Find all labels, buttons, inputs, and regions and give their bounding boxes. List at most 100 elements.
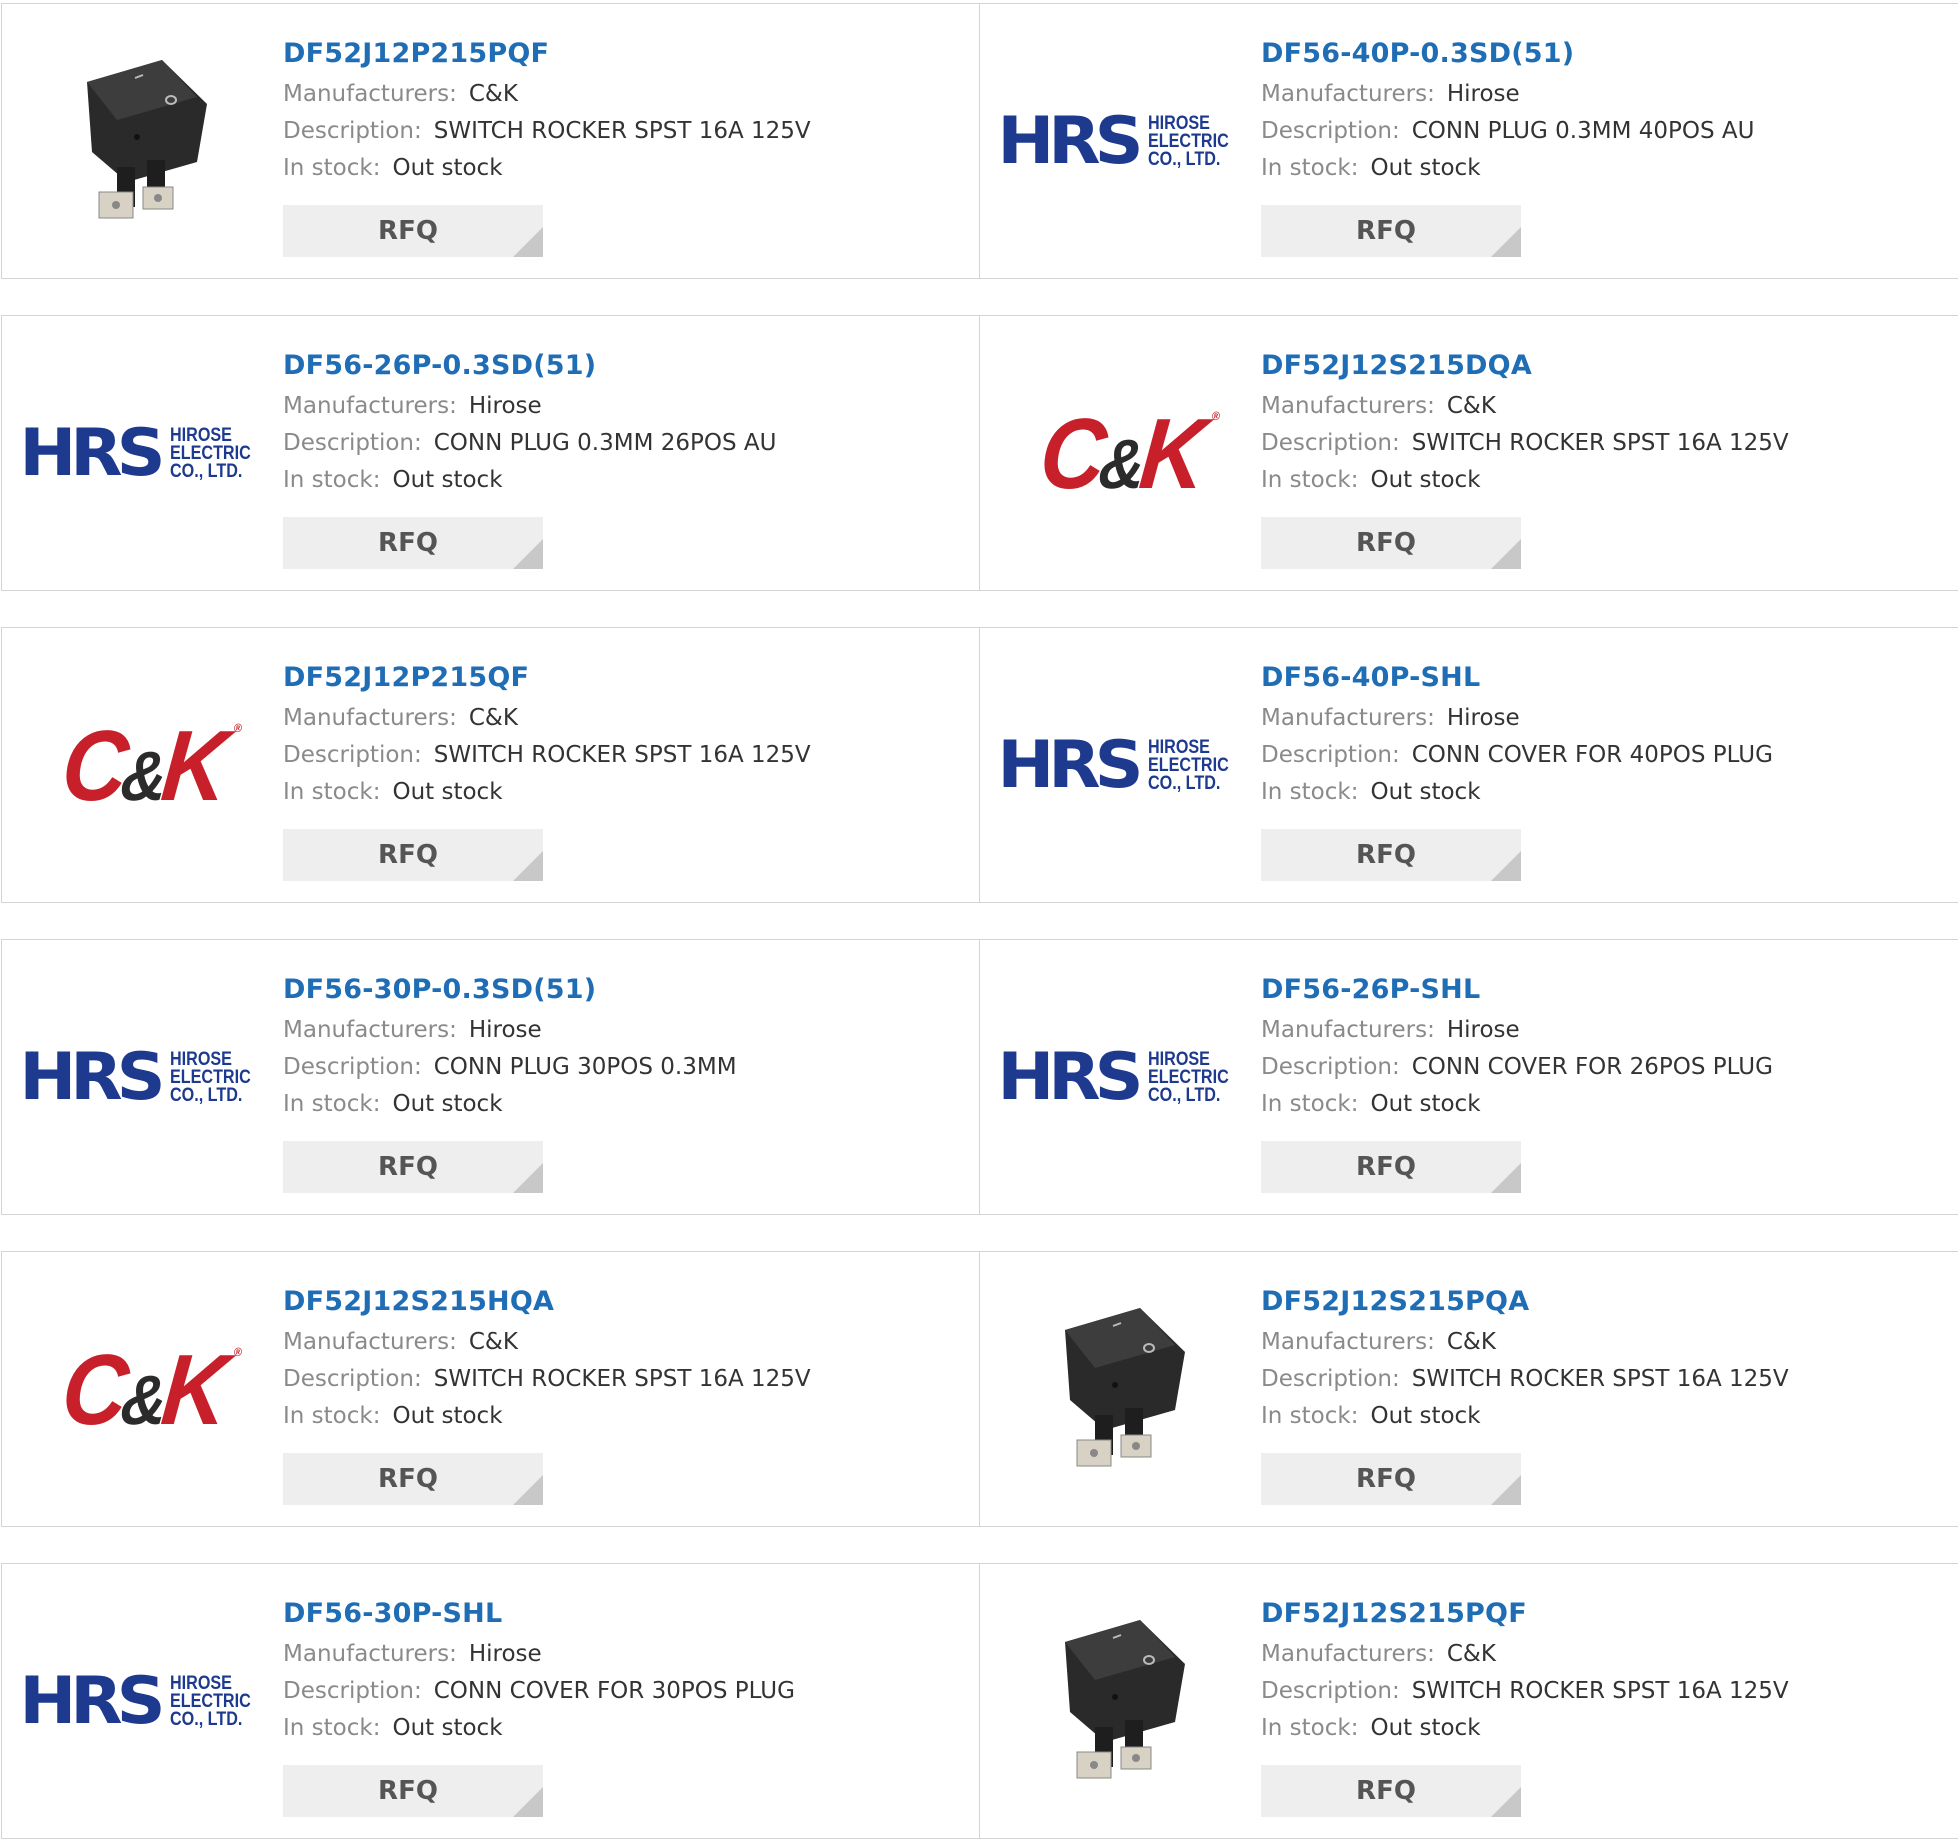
stock-row: In stock: Out stock bbox=[283, 774, 960, 811]
stock-label: In stock: bbox=[283, 1091, 381, 1117]
product-card: DF52J12S215PQF Manufacturers: C&K Descrip… bbox=[979, 1563, 1958, 1839]
product-image[interactable]: HRS HIROSE ELECTRIC CO., LTD. bbox=[19, 1602, 250, 1802]
rfq-label: RFQ bbox=[378, 216, 438, 246]
stock-label: In stock: bbox=[1261, 1715, 1359, 1741]
rocker-switch-photo bbox=[47, 42, 237, 242]
rfq-button[interactable]: RFQ bbox=[1261, 1453, 1521, 1505]
stock-label: In stock: bbox=[1261, 779, 1359, 805]
part-number-link[interactable]: DF52J12S215PQF bbox=[1261, 1596, 1938, 1636]
description-value: SWITCH ROCKER SPST 16A 125V bbox=[433, 742, 811, 768]
product-image[interactable]: C&K ® bbox=[42, 1290, 242, 1490]
ck-logo-amp: & bbox=[117, 737, 165, 815]
hrs-logo-text: HIROSE ELECTRIC CO., LTD. bbox=[170, 1674, 251, 1729]
product-card: C&K ® DF52J12S215HQA Manufacturers: C&K De… bbox=[1, 1251, 981, 1527]
rfq-label: RFQ bbox=[378, 1776, 438, 1806]
product-info: DF52J12S215HQA Manufacturers: C&K Descrip… bbox=[283, 1284, 960, 1435]
product-card: DF52J12S215PQA Manufacturers: C&K Descrip… bbox=[979, 1251, 1958, 1527]
description-label: Description: bbox=[1261, 742, 1400, 768]
description-value: SWITCH ROCKER SPST 16A 125V bbox=[1411, 1678, 1789, 1704]
product-image[interactable] bbox=[42, 42, 242, 242]
rfq-label: RFQ bbox=[378, 840, 438, 870]
ck-logo-reg: ® bbox=[232, 721, 237, 735]
product-card: C&K ® DF52J12P215QF Manufacturers: C&K Des… bbox=[1, 627, 981, 903]
rfq-label: RFQ bbox=[1356, 1464, 1416, 1494]
product-image[interactable]: C&K ® bbox=[42, 666, 242, 866]
product-image[interactable] bbox=[1020, 1602, 1220, 1802]
part-number-link[interactable]: DF56-26P-SHL bbox=[1261, 972, 1938, 1012]
part-number-link[interactable]: DF56-40P-SHL bbox=[1261, 660, 1938, 700]
stock-value: Out stock bbox=[392, 155, 503, 181]
manufacturer-label: Manufacturers: bbox=[1261, 1017, 1435, 1043]
part-number-link[interactable]: DF56-40P-0.3SD(51) bbox=[1261, 36, 1938, 76]
manufacturer-label: Manufacturers: bbox=[283, 705, 457, 731]
rfq-button[interactable]: RFQ bbox=[283, 829, 543, 881]
description-row: Description: CONN PLUG 0.3MM 40POS AU bbox=[1261, 113, 1938, 150]
rfq-button[interactable]: RFQ bbox=[1261, 517, 1521, 569]
manufacturer-row: Manufacturers: C&K bbox=[1261, 1324, 1938, 1361]
product-image[interactable]: C&K ® bbox=[1020, 354, 1220, 554]
part-number-link[interactable]: DF52J12P215PQF bbox=[283, 36, 960, 76]
stock-label: In stock: bbox=[1261, 1403, 1359, 1429]
hrs-logo: HRS HIROSE ELECTRIC CO., LTD. bbox=[19, 420, 264, 488]
stock-row: In stock: Out stock bbox=[283, 1398, 960, 1435]
rfq-button[interactable]: RFQ bbox=[1261, 1765, 1521, 1817]
rfq-button[interactable]: RFQ bbox=[283, 1141, 543, 1193]
description-label: Description: bbox=[283, 1366, 422, 1392]
manufacturer-label: Manufacturers: bbox=[283, 81, 457, 107]
hrs-logo-mark: HRS bbox=[997, 1040, 1143, 1116]
hrs-logo: HRS HIROSE ELECTRIC CO., LTD. bbox=[997, 1044, 1242, 1112]
part-number-link[interactable]: DF52J12S215PQA bbox=[1261, 1284, 1938, 1324]
rfq-label: RFQ bbox=[378, 1152, 438, 1182]
manufacturer-value: Hirose bbox=[1446, 81, 1520, 107]
manufacturer-value: Hirose bbox=[468, 393, 542, 419]
stock-row: In stock: Out stock bbox=[283, 1086, 960, 1123]
rfq-button[interactable]: RFQ bbox=[283, 517, 543, 569]
part-number-link[interactable]: DF52J12P215QF bbox=[283, 660, 960, 700]
manufacturer-value: C&K bbox=[1446, 1641, 1496, 1667]
hrs-logo-mark: HRS bbox=[19, 1664, 165, 1740]
manufacturer-value: C&K bbox=[468, 705, 518, 731]
product-image[interactable]: HRS HIROSE ELECTRIC CO., LTD. bbox=[997, 978, 1228, 1178]
stock-label: In stock: bbox=[1261, 155, 1359, 181]
rfq-button[interactable]: RFQ bbox=[283, 1453, 543, 1505]
description-row: Description: SWITCH ROCKER SPST 16A 125V bbox=[1261, 1673, 1938, 1710]
part-number-link[interactable]: DF56-26P-0.3SD(51) bbox=[283, 348, 960, 388]
description-row: Description: CONN COVER FOR 40POS PLUG bbox=[1261, 737, 1938, 774]
part-number-link[interactable]: DF56-30P-SHL bbox=[283, 1596, 960, 1636]
product-image[interactable]: HRS HIROSE ELECTRIC CO., LTD. bbox=[19, 354, 250, 554]
rfq-button[interactable]: RFQ bbox=[1261, 829, 1521, 881]
description-label: Description: bbox=[283, 118, 422, 144]
manufacturer-label: Manufacturers: bbox=[1261, 81, 1435, 107]
rfq-button[interactable]: RFQ bbox=[283, 205, 543, 257]
product-image[interactable]: HRS HIROSE ELECTRIC CO., LTD. bbox=[997, 42, 1228, 242]
stock-value: Out stock bbox=[392, 1715, 503, 1741]
product-image[interactable] bbox=[1020, 1290, 1220, 1490]
product-image[interactable]: HRS HIROSE ELECTRIC CO., LTD. bbox=[997, 666, 1228, 866]
description-value: SWITCH ROCKER SPST 16A 125V bbox=[1411, 1366, 1789, 1392]
product-card: HRS HIROSE ELECTRIC CO., LTD. DF56-40P-SHL … bbox=[979, 627, 1958, 903]
manufacturer-label: Manufacturers: bbox=[283, 1017, 457, 1043]
description-label: Description: bbox=[1261, 1678, 1400, 1704]
part-number-link[interactable]: DF56-30P-0.3SD(51) bbox=[283, 972, 960, 1012]
manufacturer-row: Manufacturers: Hirose bbox=[283, 1636, 960, 1673]
hrs-logo: HRS HIROSE ELECTRIC CO., LTD. bbox=[997, 732, 1242, 800]
hrs-logo: HRS HIROSE ELECTRIC CO., LTD. bbox=[19, 1044, 264, 1112]
product-image[interactable]: HRS HIROSE ELECTRIC CO., LTD. bbox=[19, 978, 250, 1178]
product-info: DF56-30P-0.3SD(51) Manufacturers: Hirose … bbox=[283, 972, 960, 1123]
product-info: DF56-26P-0.3SD(51) Manufacturers: Hirose … bbox=[283, 348, 960, 499]
description-row: Description: SWITCH ROCKER SPST 16A 125V bbox=[283, 737, 960, 774]
stock-value: Out stock bbox=[392, 467, 503, 493]
description-value: SWITCH ROCKER SPST 16A 125V bbox=[433, 1366, 811, 1392]
product-card: HRS HIROSE ELECTRIC CO., LTD. DF56-26P-SHL … bbox=[979, 939, 1958, 1215]
rfq-button[interactable]: RFQ bbox=[283, 1765, 543, 1817]
description-row: Description: SWITCH ROCKER SPST 16A 125V bbox=[283, 113, 960, 150]
ck-logo-reg: ® bbox=[1210, 409, 1215, 423]
part-number-link[interactable]: DF52J12S215HQA bbox=[283, 1284, 960, 1324]
description-value: SWITCH ROCKER SPST 16A 125V bbox=[1411, 430, 1789, 456]
hrs-logo-line: CO., LTD. bbox=[1147, 149, 1220, 170]
part-number-link[interactable]: DF52J12S215DQA bbox=[1261, 348, 1938, 388]
rfq-button[interactable]: RFQ bbox=[1261, 1141, 1521, 1193]
manufacturer-row: Manufacturers: C&K bbox=[283, 1324, 960, 1361]
rfq-button[interactable]: RFQ bbox=[1261, 205, 1521, 257]
product-info: DF52J12S215PQF Manufacturers: C&K Descrip… bbox=[1261, 1596, 1938, 1747]
